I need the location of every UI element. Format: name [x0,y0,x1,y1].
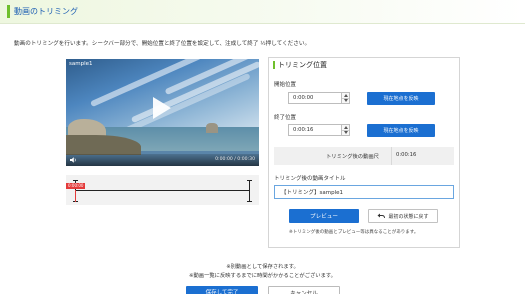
save-note-1: ※別動画として保存されます。 [226,264,299,270]
video-sea-stack [206,123,218,133]
header-accent-bar [7,5,10,18]
apply-end-button[interactable]: 現在地点を反映 [367,124,435,137]
trim-track [75,190,250,191]
trimmed-title-field[interactable] [274,185,454,199]
player-time: 0:00:00 / 0:00:30 [215,157,255,162]
intro-text: 動画のトリミングを行います。シークバー部分で、開始位置と終了位置を設定して、注成… [14,41,311,47]
page-title: 動画のトリミング [14,7,78,16]
trim-end-cap [247,180,252,181]
undo-arrow-icon [377,213,386,219]
end-position-label: 終了位置 [274,115,297,121]
trim-seekbar[interactable]: 0:00:00 [66,175,259,205]
start-time-stepper[interactable] [288,92,350,104]
spin-down-icon[interactable] [344,131,348,134]
start-position-label: 開始位置 [274,82,297,88]
trim-start-cap [73,180,78,181]
trimmed-length-label: トリミング後の動画尺 [326,154,379,160]
trimmed-title-input[interactable] [275,186,453,198]
panel-heading-text: トリミング位置 [278,61,327,69]
save-button[interactable]: 保存して完了 [186,286,258,294]
trimmed-title-label: トリミング後の動画タイトル [274,176,346,182]
trimmed-length-box: トリミング後の動画尺 0:00:16 [274,147,454,165]
start-time-input[interactable] [289,93,337,103]
end-time-stepper[interactable] [288,124,350,136]
trim-end-handle[interactable] [249,180,250,202]
trim-settings-panel: トリミング位置 開始位置 現在地点を反映 終了位置 現在地点を反映 トリミング後… [268,57,460,248]
page-header: 動画のトリミング [0,0,525,24]
save-note-2: ※動画一覧に反映するまでに時間がかかることがございます。 [189,273,336,279]
end-time-input[interactable] [289,125,337,135]
spin-down-icon[interactable] [344,99,348,102]
play-icon[interactable] [153,97,171,119]
preview-button[interactable]: プレビュー [289,209,359,223]
start-time-spinner[interactable] [341,92,350,104]
reset-button[interactable]: 最初の状態に戻す [368,209,438,223]
video-label: sample1 [69,61,93,67]
length-divider [391,147,392,165]
video-player[interactable]: sample1 0:00:00 / 0:00:30 [66,59,259,166]
trimmed-length-value: 0:00:16 [396,152,417,158]
end-time-spinner[interactable] [341,124,350,136]
preview-note: ※トリミング後の動画とプレビュー等は異なることがあります。 [289,230,419,235]
playhead-line[interactable] [75,190,76,202]
cancel-button[interactable]: キャンセル [268,286,340,294]
panel-accent-bar [273,61,275,69]
apply-start-button[interactable]: 現在地点を反映 [367,92,435,105]
reset-button-label: 最初の状態に戻す [388,213,429,220]
trim-end-cap [247,201,252,202]
speaker-icon[interactable] [70,157,77,163]
playhead-time-tag: 0:00:00 [66,183,86,189]
